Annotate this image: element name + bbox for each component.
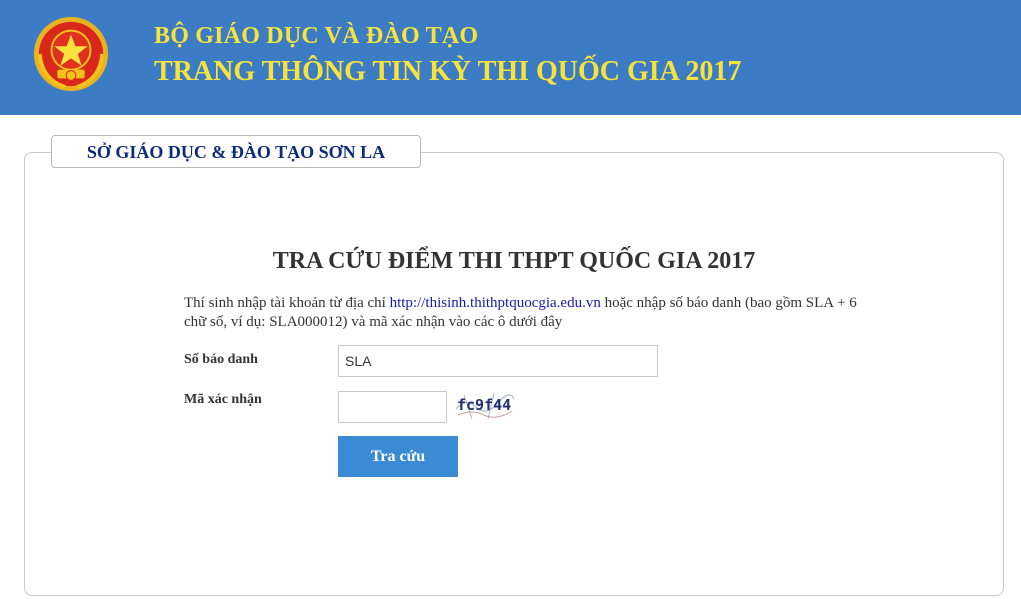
captcha-label: Mã xác nhận [184,392,262,407]
national-emblem-icon [33,16,109,92]
captcha-input[interactable] [338,391,447,423]
candidate-portal-link[interactable]: http://thisinh.thithptquocgia.edu.vn [390,295,601,311]
sbd-input[interactable] [338,345,658,377]
captcha-image: fc9f44 [454,389,516,421]
instructions-before-link: Thí sinh nhập tài khoản từ địa chỉ [184,295,390,311]
department-tab: SỞ GIÁO DỤC & ĐÀO TẠO SƠN LA [51,135,421,168]
sbd-label: Số báo danh [184,352,258,367]
site-header: BỘ GIÁO DỤC VÀ ĐÀO TẠO TRANG THÔNG TIN K… [0,0,1021,115]
lookup-button[interactable]: Tra cứu [338,436,458,477]
site-title: TRANG THÔNG TIN KỲ THI QUỐC GIA 2017 [154,56,742,87]
ministry-name: BỘ GIÁO DỤC VÀ ĐÀO TẠO [154,23,479,49]
captcha-text: fc9f44 [457,396,511,414]
instructions-text: Thí sinh nhập tài khoản từ địa chỉ http:… [184,294,864,332]
page-title: TRA CỨU ĐIỂM THI THPT QUỐC GIA 2017 [272,248,756,274]
